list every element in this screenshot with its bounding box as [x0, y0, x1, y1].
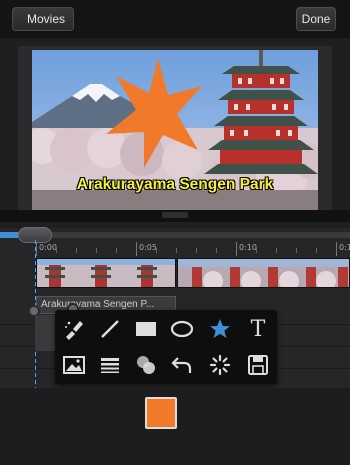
ruler-label: 0:10 — [239, 243, 257, 252]
undo-tool-icon[interactable] — [165, 348, 199, 382]
clip-thumbnails — [37, 259, 175, 287]
time-ruler: 0:00 0:05 0:10 0:15 — [0, 242, 350, 258]
save-tool-icon[interactable] — [241, 348, 275, 382]
selected-segment[interactable] — [35, 315, 55, 351]
line-weight-tool-icon[interactable] — [93, 348, 127, 382]
color-swatch[interactable] — [145, 397, 177, 429]
star-tool-icon[interactable] — [203, 312, 237, 346]
top-bar: Movies Done — [0, 0, 350, 38]
image-tool-icon[interactable] — [57, 348, 91, 382]
video-clip-1[interactable] — [36, 258, 176, 288]
text-tool-glyph: T — [250, 316, 266, 342]
video-preview[interactable]: Arakurayama Sengen Park — [32, 50, 318, 210]
ellipse-tool-icon[interactable] — [165, 312, 199, 346]
scrub-track[interactable] — [0, 232, 350, 238]
text-tool-icon[interactable]: T — [241, 312, 275, 346]
ruler-label: 0:15 — [339, 243, 350, 252]
ruler-label: 0:05 — [139, 243, 157, 252]
clip-thumbnails — [178, 259, 349, 287]
stage-notch — [162, 212, 188, 218]
clear-tool-icon[interactable] — [203, 348, 237, 382]
preview-stage: Arakurayama Sengen Park — [0, 38, 350, 228]
brush-tool-icon[interactable] — [57, 312, 91, 346]
preview-caption: Arakurayama Sengen Park — [76, 176, 274, 193]
video-clip-2[interactable] — [177, 258, 350, 288]
drawing-toolbox: T — [55, 310, 277, 384]
rectangle-tool-icon[interactable] — [129, 312, 163, 346]
done-button[interactable]: Done — [296, 7, 336, 31]
ruler-label: 0:00 — [39, 243, 57, 252]
line-tool-icon[interactable] — [93, 312, 127, 346]
blend-tool-icon[interactable] — [129, 348, 163, 382]
movies-back-button[interactable]: Movies — [12, 7, 75, 31]
